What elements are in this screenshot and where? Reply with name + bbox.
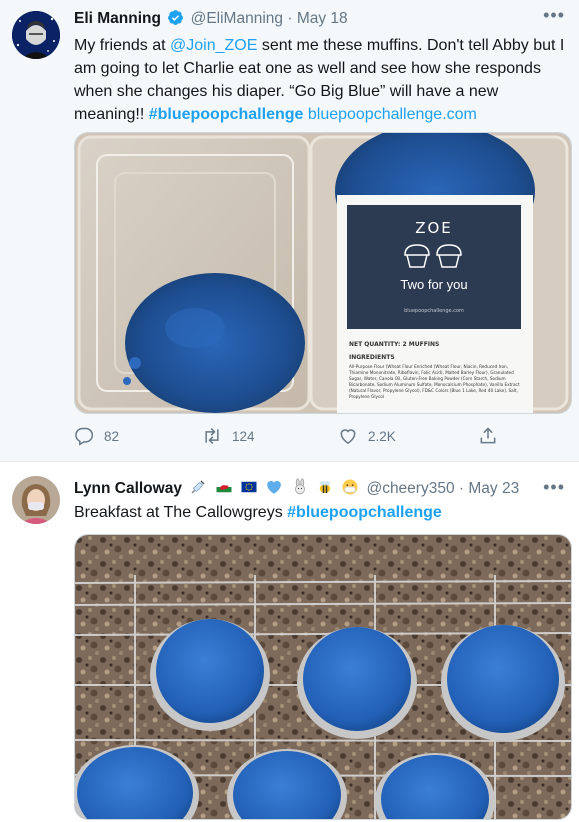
retweet-icon <box>205 427 219 445</box>
mention-link[interactable]: @Join_ZOE <box>170 37 257 54</box>
avatar[interactable] <box>12 11 60 59</box>
avatar-portrait-image <box>12 476 60 524</box>
tweet-eli-manning[interactable]: Eli Manning @EliManning · May 18 ••• My … <box>0 0 579 462</box>
avatar-portrait-image <box>12 11 60 59</box>
tweet-date[interactable]: May 23 <box>468 480 519 497</box>
package-label-text: ZOE Two for you bluepoopchallenge.com <box>347 205 521 329</box>
reply-count: 82 <box>104 428 120 444</box>
face-mask-icon <box>342 479 358 495</box>
author-handle[interactable]: @cheery350 <box>366 480 454 497</box>
syringe-icon <box>191 480 205 494</box>
share-button[interactable] <box>478 424 508 448</box>
hashtag-link[interactable]: #bluepoopchallenge <box>149 106 304 123</box>
like-icon <box>340 429 356 444</box>
hashtag-link[interactable]: #bluepoopchallenge <box>287 504 442 521</box>
more-dots-icon[interactable]: ••• <box>543 6 565 24</box>
reply-icon <box>75 427 94 446</box>
blue-heart-icon <box>267 480 281 494</box>
blue-cupcakes-photo <box>75 535 571 819</box>
tweet-text: My friends at @Join_ZOE sent me these mu… <box>74 34 565 126</box>
tweet-photo[interactable]: ZOE Two for you bluepoopchallenge.com NE… <box>74 132 572 414</box>
verified-badge-icon <box>168 10 184 25</box>
avatar[interactable] <box>12 476 60 524</box>
url-link[interactable]: bluepoopchallenge.com <box>308 106 477 123</box>
like-button[interactable]: 2.2K <box>338 424 396 448</box>
net-quantity: NET QUANTITY: 2 MUFFINS <box>349 341 440 348</box>
tweet-date[interactable]: May 18 <box>297 10 348 27</box>
dot-separator: · <box>458 480 465 497</box>
dot-separator: · <box>287 10 293 27</box>
package-site: bluepoopchallenge.com <box>404 308 464 314</box>
ingredients-heading: INGREDIENTS <box>349 354 395 361</box>
ingredients-text: All-Purpose Flour (Wheat Flour Enriched … <box>349 364 520 399</box>
share-icon <box>480 427 496 444</box>
muffin-outline-icon <box>404 244 462 268</box>
author-handle[interactable]: @EliManning <box>191 10 283 27</box>
retweet-button[interactable]: 124 <box>202 424 255 448</box>
tweet-actions: 82 124 2.2K <box>74 424 514 448</box>
wales-flag-icon <box>216 481 232 493</box>
more-dots-icon[interactable]: ••• <box>543 478 565 496</box>
like-count: 2.2K <box>368 428 396 444</box>
tweet-text: Breakfast at The Callowgreys #bluepoopch… <box>74 501 565 524</box>
author-name[interactable]: Eli Manning <box>74 10 161 27</box>
display-name-emojis <box>189 478 366 497</box>
rabbit-icon <box>294 478 305 495</box>
bee-icon <box>319 481 331 493</box>
tweet-photo[interactable] <box>74 534 572 820</box>
author-name[interactable]: Lynn Calloway <box>74 480 182 497</box>
tweet-lynn-calloway[interactable]: Lynn Calloway @cheery350 · May 23 ••• Br… <box>0 462 579 822</box>
tweet-header: Eli Manning @EliManning · May 18 <box>74 9 539 29</box>
tweet-header: Lynn Calloway @cheery350 · May 23 <box>74 478 539 498</box>
package-brand: ZOE <box>415 219 453 237</box>
text-part: Breakfast at The Callowgreys <box>74 504 288 521</box>
retweet-count: 124 <box>232 428 255 444</box>
reply-button[interactable]: 82 <box>74 424 119 448</box>
package-ingredients: NET QUANTITY: 2 MUFFINS INGREDIENTS All-… <box>349 341 523 406</box>
text-part: My friends at <box>74 37 171 54</box>
eu-flag-icon <box>241 481 257 493</box>
package-subtitle: Two for you <box>400 277 468 292</box>
